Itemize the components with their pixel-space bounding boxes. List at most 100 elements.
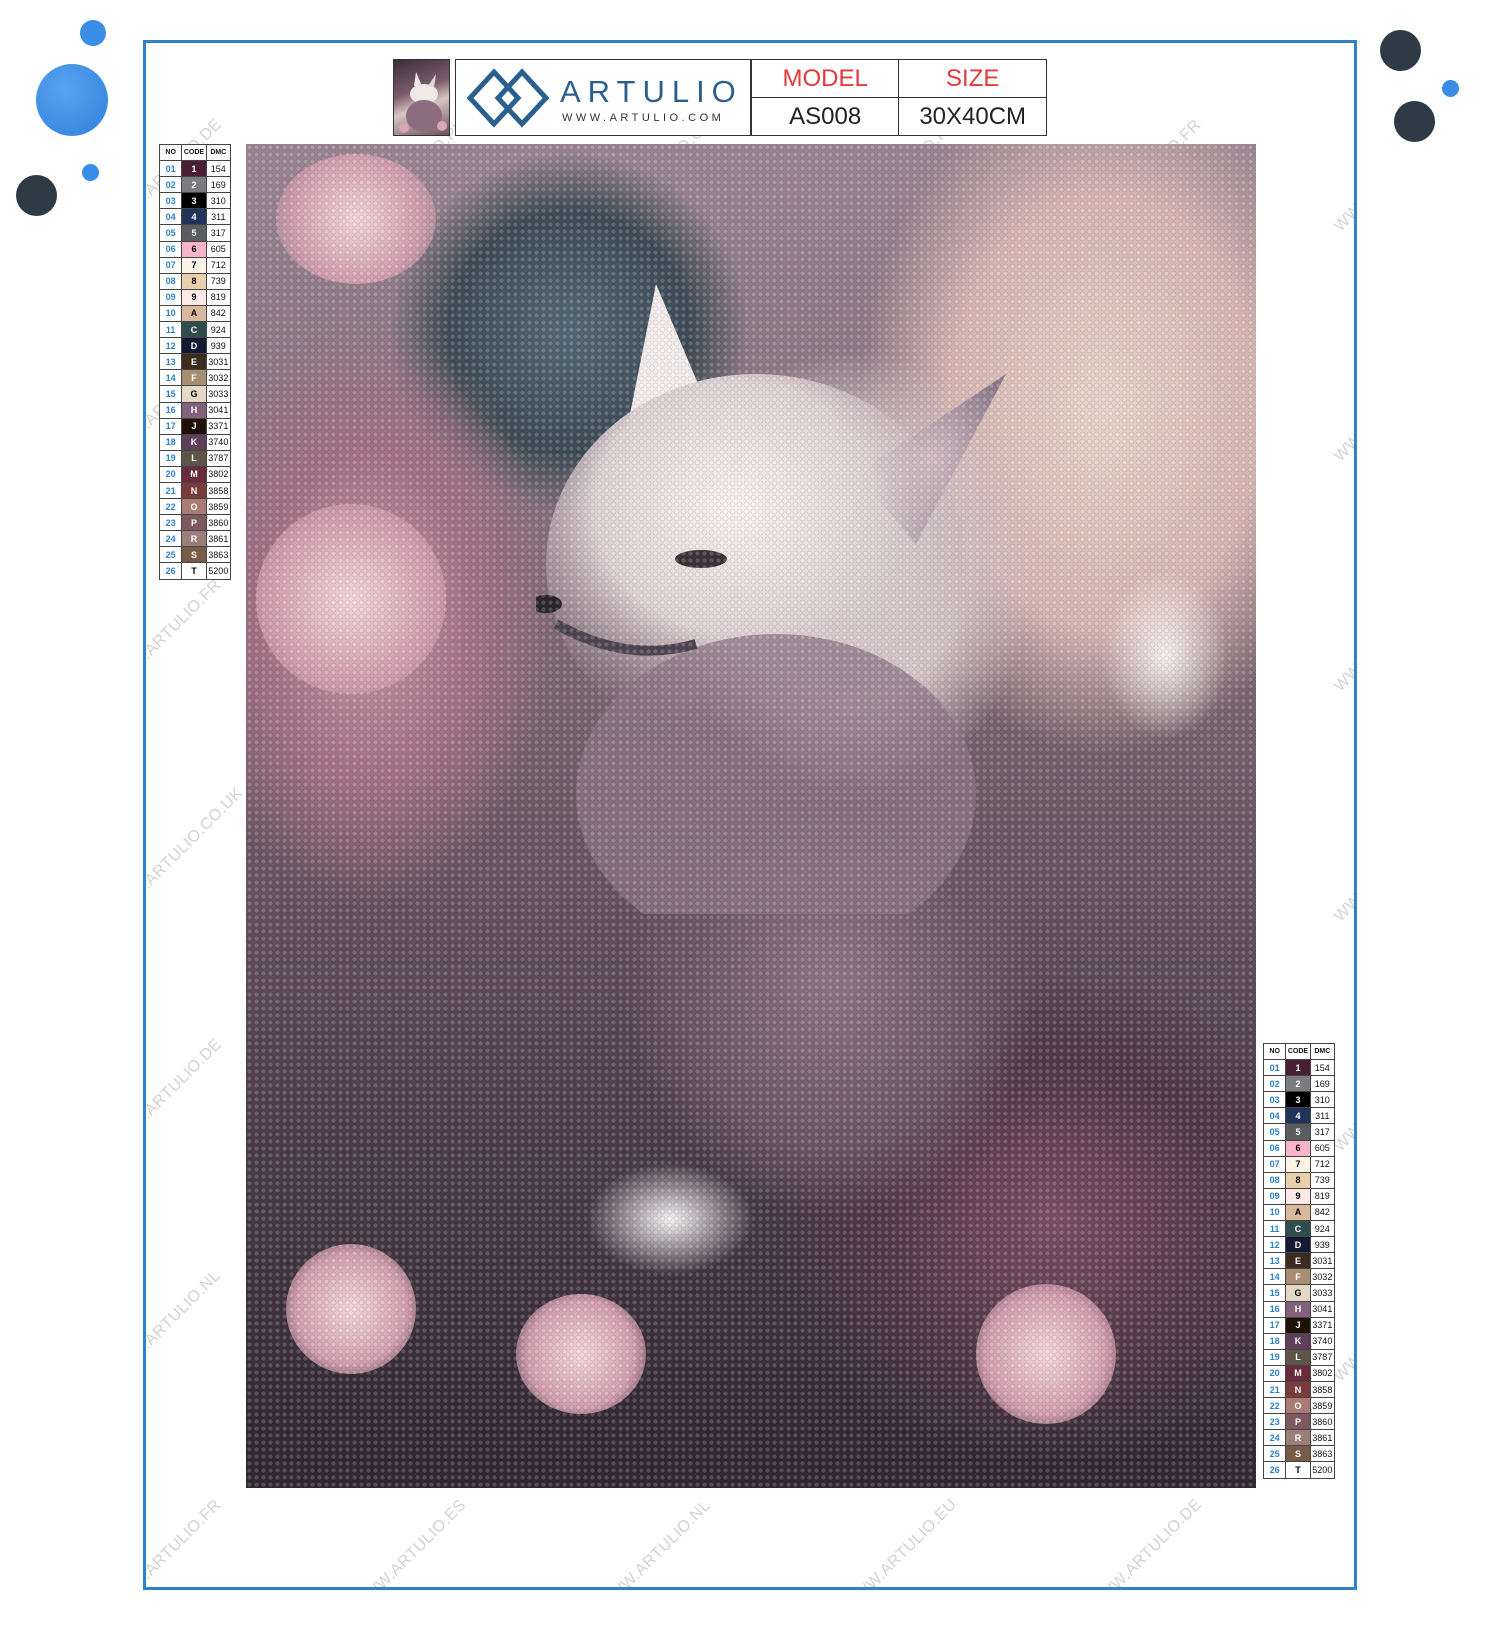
flower	[276, 154, 436, 284]
legend-number: 19	[1262, 1348, 1287, 1366]
decor-dot-blue-small	[80, 20, 106, 46]
legend-number: 24	[158, 530, 183, 548]
watermark-text: WWW.ARTULIO.EU	[841, 1495, 961, 1587]
legend-color-code: K	[1285, 1332, 1311, 1350]
legend-number: 22	[1262, 1397, 1287, 1415]
legend-row: 10 A 842	[158, 304, 232, 323]
legend-dmc: 939	[1309, 1236, 1336, 1254]
flower	[976, 1284, 1116, 1424]
legend-color-code: 5	[181, 224, 207, 242]
legend-number: 18	[1262, 1332, 1287, 1350]
legend-number: 06	[1262, 1139, 1287, 1157]
legend-dmc: 3859	[205, 498, 232, 516]
legend-row: 20 M 3802	[158, 465, 232, 483]
watermark-text: WWW.ARTULIO.PL	[1331, 1497, 1354, 1587]
legend-color-code: E	[181, 353, 207, 371]
legend-color-code: D	[181, 337, 207, 355]
fox-figure	[536, 284, 1006, 914]
legend-number: 21	[1262, 1380, 1287, 1399]
legend-color-code: P	[181, 514, 207, 532]
legend-color-code: N	[1285, 1380, 1311, 1399]
legend-dmc: 3740	[205, 433, 232, 451]
legend-number: 02	[1262, 1075, 1287, 1093]
model-value: AS008	[750, 97, 900, 136]
legend-dmc: 154	[205, 160, 232, 178]
legend-row: 23 P 3860	[1262, 1413, 1336, 1431]
legend-dmc: 310	[205, 192, 232, 210]
legend-color-code: G	[181, 385, 207, 403]
legend-number: 23	[158, 514, 183, 532]
legend-dmc: 3860	[1309, 1413, 1336, 1431]
legend-number: 07	[158, 256, 183, 274]
legend-row: 06 6 605	[158, 240, 232, 258]
legend-row: 16 H 3041	[1262, 1300, 1336, 1318]
legend-number: 13	[158, 353, 183, 371]
legend-dmc: 3033	[205, 385, 232, 403]
legend-dmc: 712	[1309, 1155, 1336, 1173]
watermark-text: WWW.ARTULIO.ES	[351, 1496, 470, 1587]
legend-number: 12	[158, 337, 183, 355]
legend-dmc: 310	[1309, 1091, 1336, 1109]
legend-row: 10 A 842	[1262, 1203, 1336, 1222]
legend-color-code: 9	[1285, 1187, 1311, 1205]
legend-number: 22	[158, 498, 183, 516]
legend-color-code: M	[181, 465, 207, 483]
legend-number: 01	[158, 160, 183, 178]
legend-number: 02	[158, 176, 183, 194]
legend-color-code: 1	[181, 160, 207, 178]
legend-color-code: J	[181, 417, 207, 435]
legend-dmc: 939	[205, 337, 232, 355]
legend-dmc: 739	[1309, 1171, 1336, 1189]
legend-row: 01 1 154	[158, 160, 232, 178]
legend-row: 20 M 3802	[1262, 1364, 1336, 1382]
legend-dmc: 3863	[205, 546, 232, 564]
legend-color-code: 6	[181, 240, 207, 258]
legend-color-code: T	[1285, 1461, 1311, 1479]
legend-number: 01	[1262, 1059, 1287, 1077]
flower	[286, 1244, 416, 1374]
artulio-logo-icon	[466, 68, 550, 128]
legend-row: 04 4 311	[1262, 1107, 1336, 1125]
thumbnail-image	[393, 59, 450, 136]
legend-dmc: 317	[1309, 1123, 1336, 1141]
legend-number: 05	[1262, 1123, 1287, 1141]
legend-number: 20	[158, 465, 183, 483]
legend-row: 02 2 169	[158, 176, 232, 194]
legend-dmc: 739	[205, 272, 232, 290]
legend-dmc: 3858	[1309, 1380, 1336, 1399]
legend-row: 12 D 939	[158, 337, 232, 355]
legend-number: 12	[1262, 1236, 1287, 1254]
legend-color-code: 8	[1285, 1171, 1311, 1189]
watermark-text: WWW.ARTULIO.IT	[1331, 351, 1354, 466]
legend-color-code: L	[181, 449, 207, 467]
watermark-text: WWW.ARTULIO.FR	[146, 1496, 225, 1587]
legend-dmc: 3787	[1309, 1348, 1336, 1366]
legend-color-code: R	[1285, 1429, 1311, 1447]
legend-color-code: G	[1285, 1284, 1311, 1302]
legend-color-code: A	[1285, 1203, 1311, 1222]
legend-row: 21 N 3858	[1262, 1380, 1336, 1399]
legend-color-code: F	[1285, 1268, 1311, 1286]
legend-color-code: C	[181, 321, 207, 339]
legend-number: 03	[1262, 1091, 1287, 1109]
legend-number: 09	[158, 288, 183, 306]
legend-number: 19	[158, 449, 183, 467]
legend-color-code: 4	[1285, 1107, 1311, 1125]
flower	[516, 1294, 646, 1414]
legend-color-code: N	[181, 481, 207, 500]
legend-dmc: 3032	[1309, 1268, 1336, 1286]
legend-dmc: 605	[205, 240, 232, 258]
legend-row: 16 H 3041	[158, 401, 232, 419]
legend-dmc: 311	[1309, 1107, 1336, 1125]
legend-header-dmc: DMC	[205, 143, 232, 162]
legend-color-code: 8	[181, 272, 207, 290]
decor-dot-dark-top-right	[1380, 30, 1421, 71]
watermark-text: WWW.ARTULIO.DE	[1086, 1495, 1206, 1587]
legend-color-code: C	[1285, 1220, 1311, 1238]
legend-number: 13	[1262, 1252, 1287, 1270]
legend-row: 17 J 3371	[1262, 1316, 1336, 1334]
watermark-text: WWW.ARTULIO.ES	[1331, 116, 1354, 236]
legend-row: 18 K 3740	[158, 433, 232, 451]
legend-color-code: 2	[1285, 1075, 1311, 1093]
legend-number: 17	[158, 417, 183, 435]
